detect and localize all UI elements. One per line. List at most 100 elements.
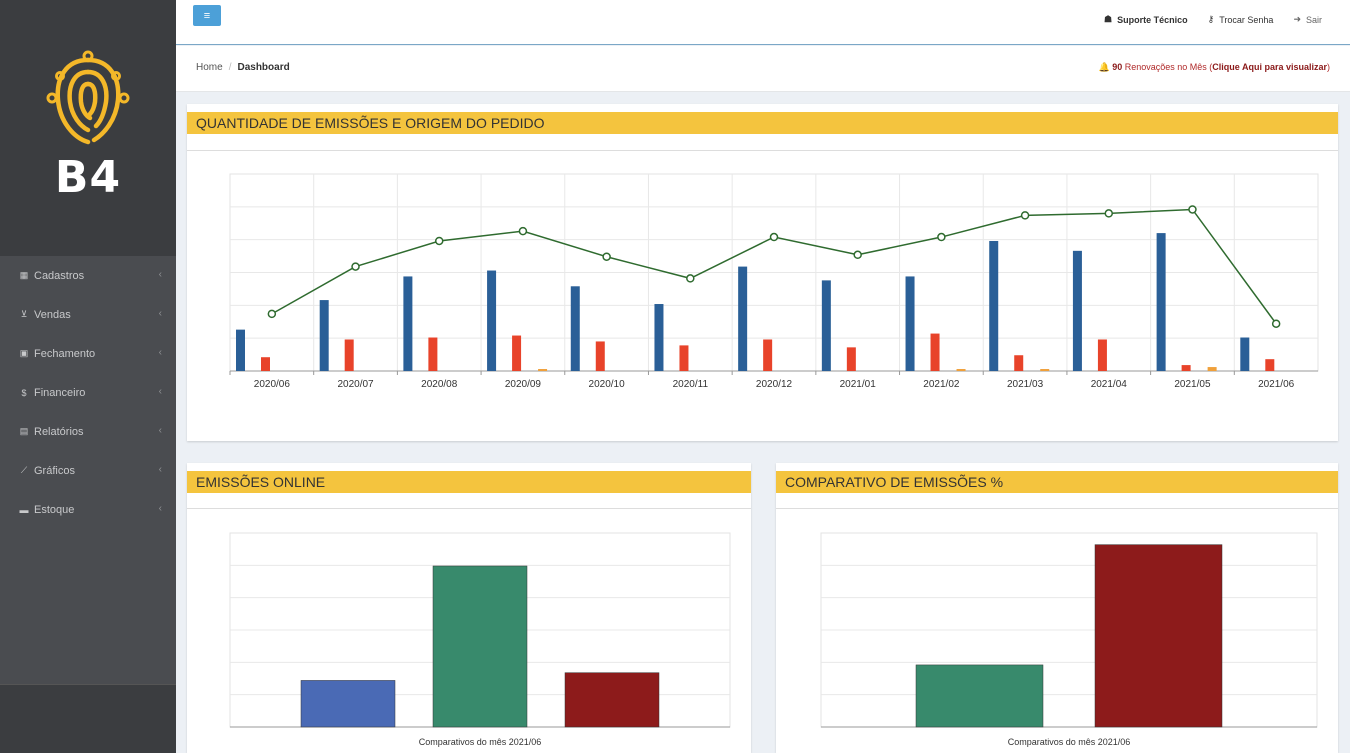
dollar-icon: $ xyxy=(21,387,27,398)
bar xyxy=(300,680,396,728)
x-tick-label: 2020/09 xyxy=(505,379,542,390)
bar xyxy=(428,337,438,371)
sidebar-item-financeiro[interactable]: $ Financeiro ‹ xyxy=(0,373,176,412)
x-axis-label: Comparativos do mês 2021/06 xyxy=(1008,737,1131,747)
support-link[interactable]: ☗ Suporte Técnico xyxy=(1104,14,1188,25)
panel-title: COMPARATIVO DE EMISSÕES % xyxy=(776,471,1338,493)
renewals-link[interactable]: Clique Aqui para visualizar xyxy=(1212,62,1327,72)
sidebar-item-label: Relatórios xyxy=(34,425,84,438)
change-password-label: Trocar Senha xyxy=(1219,14,1274,25)
line-point xyxy=(769,232,779,242)
chevron-left-icon: ‹ xyxy=(158,425,162,436)
cart-icon: ⊻ xyxy=(20,309,28,319)
bar xyxy=(538,369,548,371)
panel-title: EMISSÕES ONLINE xyxy=(187,471,751,493)
sidebar-item-label: Vendas xyxy=(34,308,71,321)
sidebar: B4 ▦ Cadastros ‹ ⊻ Vendas ‹ ▣ Fechamento… xyxy=(0,0,176,753)
bar xyxy=(1094,544,1223,728)
bar xyxy=(738,266,748,371)
table-icon: ▤ xyxy=(19,426,29,436)
sidebar-item-graficos[interactable]: ⟋ Gráficos ‹ xyxy=(0,451,176,490)
sidebar-item-label: Estoque xyxy=(34,503,75,516)
breadcrumb: Home / Dashboard xyxy=(196,62,290,73)
comparison-chart: Comparativos do mês 2021/06 xyxy=(820,532,1318,747)
breadcrumb-home-link[interactable]: Home xyxy=(196,62,223,73)
hamburger-icon: ≡ xyxy=(203,9,211,22)
x-tick-label: 2021/05 xyxy=(1174,379,1211,390)
chevron-left-icon: ‹ xyxy=(158,269,162,280)
bar xyxy=(905,276,915,371)
bar xyxy=(564,672,660,728)
content-header: Home / Dashboard 🔔 90 Renovações no Mês (C… xyxy=(176,46,1350,92)
top-navbar: ≡ ☗ Suporte Técnico ⚷ Trocar Senha ➜ Sai… xyxy=(176,0,1350,45)
x-tick-label: 2020/10 xyxy=(589,379,626,390)
change-password-link[interactable]: ⚷ Trocar Senha xyxy=(1208,14,1274,25)
sidebar-item-vendas[interactable]: ⊻ Vendas ‹ xyxy=(0,295,176,334)
x-tick-label: 2020/06 xyxy=(254,379,291,390)
bar xyxy=(930,333,940,371)
bar xyxy=(1156,233,1166,371)
sidebar-footer xyxy=(0,684,176,753)
money-icon: ▣ xyxy=(19,348,29,358)
sidebar-item-relatorios[interactable]: ▤ Relatórios ‹ xyxy=(0,412,176,451)
online-panel: EMISSÕES ONLINE Comparativos do mês 2021… xyxy=(187,463,751,753)
line-point xyxy=(267,309,277,319)
key-icon: ⚷ xyxy=(1207,14,1215,24)
chevron-left-icon: ‹ xyxy=(158,503,162,514)
chevron-left-icon: ‹ xyxy=(158,464,162,475)
line-point xyxy=(518,226,528,236)
bell-icon: 🔔 xyxy=(1098,62,1110,72)
x-tick-label: 2020/12 xyxy=(756,379,793,390)
x-tick-label: 2020/07 xyxy=(337,379,374,390)
x-axis-label: Comparativos do mês 2021/06 xyxy=(419,737,542,747)
headset-icon: ☗ xyxy=(1104,14,1113,24)
x-tick-label: 2021/06 xyxy=(1258,379,1295,390)
comparison-panel: COMPARATIVO DE EMISSÕES % Comparativos d… xyxy=(776,463,1338,753)
bar xyxy=(915,664,1044,728)
bar xyxy=(956,369,966,371)
line-point xyxy=(686,274,695,283)
line-point xyxy=(1020,211,1030,220)
bar xyxy=(989,240,999,371)
x-tick-label: 2021/01 xyxy=(840,379,877,390)
sidebar-item-label: Gráficos xyxy=(34,464,75,477)
bar xyxy=(403,276,413,371)
logo-area: B4 xyxy=(0,0,176,258)
logout-label: Sair xyxy=(1305,14,1322,25)
bar xyxy=(236,329,245,371)
x-tick-label: 2021/03 xyxy=(1007,379,1044,390)
quantity-panel: QUANTIDADE DE EMISSÕES E ORIGEM DO PEDID… xyxy=(187,104,1338,441)
line-point xyxy=(351,262,360,271)
bar xyxy=(261,357,270,371)
online-chart: Comparativos do mês 2021/06 xyxy=(229,532,731,747)
sidebar-item-cadastros[interactable]: ▦ Cadastros ‹ xyxy=(0,256,176,295)
bar xyxy=(570,286,580,371)
chevron-left-icon: ‹ xyxy=(158,347,162,358)
series-line xyxy=(271,208,1277,325)
bar xyxy=(344,339,354,371)
bar xyxy=(1040,369,1050,371)
bar xyxy=(763,339,773,371)
bar xyxy=(319,300,329,371)
sidebar-menu: ▦ Cadastros ‹ ⊻ Vendas ‹ ▣ Fechamento ‹ … xyxy=(0,256,176,684)
bar xyxy=(821,280,831,371)
line-point xyxy=(1271,319,1281,328)
sidebar-item-label: Fechamento xyxy=(34,347,96,360)
menu-toggle-button[interactable]: ≡ xyxy=(193,5,221,26)
bar xyxy=(654,304,664,371)
breadcrumb-separator: / xyxy=(228,62,232,73)
line-point xyxy=(1188,205,1197,214)
bar xyxy=(512,335,522,371)
line-chart-icon: ⟋ xyxy=(20,465,28,475)
logout-link[interactable]: ➜ Sair xyxy=(1293,14,1322,25)
sidebar-item-estoque[interactable]: ▬ Estoque ‹ xyxy=(0,490,176,529)
bar xyxy=(1181,365,1191,371)
bar xyxy=(595,341,605,371)
line-point xyxy=(602,252,611,261)
line-point xyxy=(434,236,444,246)
sidebar-item-fechamento[interactable]: ▣ Fechamento ‹ xyxy=(0,334,176,373)
renewals-text: Renovações no Mês ( xyxy=(1122,62,1213,72)
line-point xyxy=(853,250,862,260)
emissions-chart: 2020/06 2020/07 2020/08 2020/09 2020/10 2020/… xyxy=(229,173,1319,390)
sidebar-item-label: Financeiro xyxy=(34,386,86,399)
